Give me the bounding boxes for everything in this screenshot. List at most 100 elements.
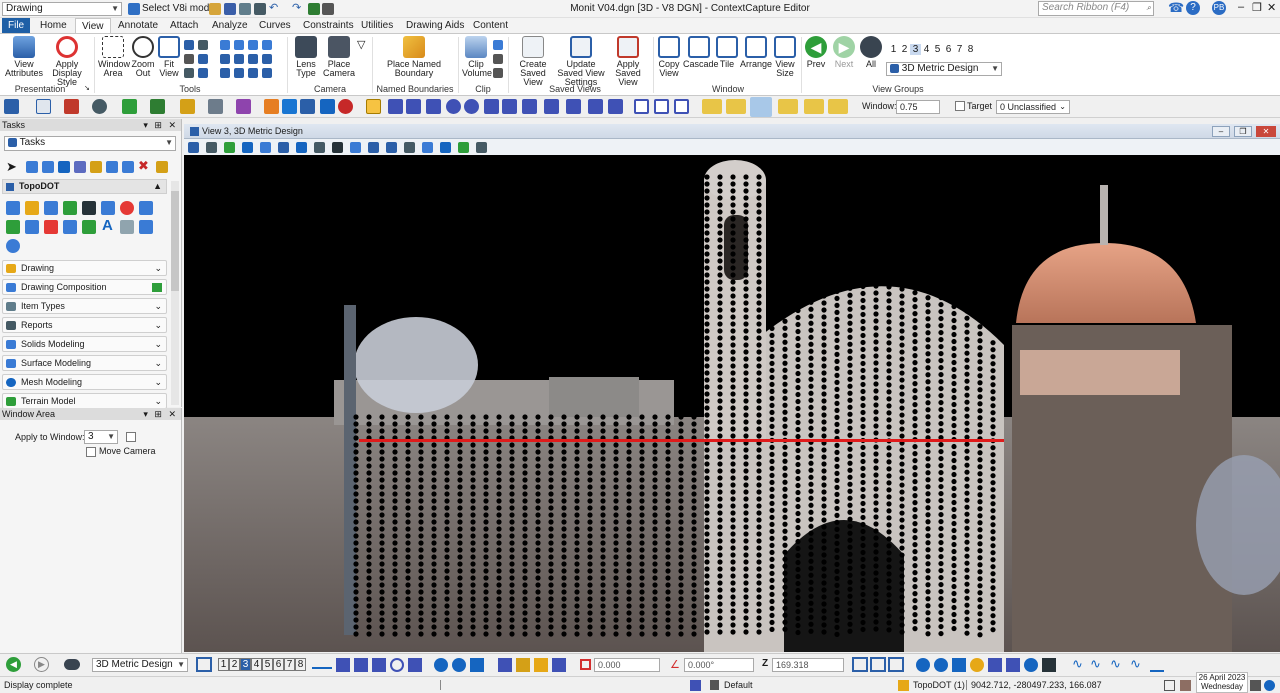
slash-icon[interactable] xyxy=(426,99,441,114)
print-icon[interactable] xyxy=(322,3,334,15)
topodot-tool-icon[interactable] xyxy=(44,201,58,215)
view-button-7[interactable]: 7 xyxy=(954,44,965,55)
section-drawing[interactable]: Drawing ⌄ xyxy=(2,260,167,276)
bottom-view-6[interactable]: 6 xyxy=(273,658,284,671)
window-icon[interactable] xyxy=(1164,680,1175,691)
tab-drawing-aids[interactable]: Drawing Aids xyxy=(400,18,470,33)
panel-controls-icon[interactable]: ▾ ⊞ ✕ xyxy=(143,408,178,420)
window-icon[interactable] xyxy=(852,657,868,672)
view-tool-icon[interactable] xyxy=(476,142,487,153)
color-swatch-selected-icon[interactable] xyxy=(750,97,772,117)
line-icon[interactable] xyxy=(388,99,403,114)
tasks-dropdown[interactable]: Tasks ▼ xyxy=(4,136,176,151)
clip-tool-icon[interactable] xyxy=(493,68,503,78)
select-tool-icon[interactable] xyxy=(122,161,134,173)
view-tool-icon[interactable] xyxy=(332,142,343,153)
curve-icon[interactable]: ∿ xyxy=(1130,656,1141,672)
display-icon[interactable] xyxy=(988,658,1002,672)
window-icon[interactable] xyxy=(196,657,212,672)
color-icon[interactable] xyxy=(64,99,79,114)
globe-icon[interactable] xyxy=(6,239,20,253)
select-tool-icon[interactable] xyxy=(74,161,86,173)
tool-icon[interactable] xyxy=(220,40,230,50)
tab-view[interactable]: View xyxy=(75,18,111,33)
curve-icon[interactable]: ∿ xyxy=(1110,656,1121,672)
tool-icon[interactable] xyxy=(184,54,194,64)
tool-icon[interactable] xyxy=(234,68,244,78)
chevron-up-icon[interactable]: ▲ xyxy=(153,180,162,193)
tool-icon[interactable] xyxy=(248,68,258,78)
place-camera-button[interactable]: Place Camera xyxy=(322,36,356,78)
tab-attach[interactable]: Attach xyxy=(164,18,204,33)
view-group-dropdown[interactable]: 3D Metric Design ▼ xyxy=(886,62,1002,76)
apply-to-window-dropdown[interactable]: 3 ▼ xyxy=(84,430,118,444)
map-icon[interactable] xyxy=(952,658,966,672)
tool-icon[interactable] xyxy=(248,40,258,50)
bottom-view-group-dropdown[interactable]: 3D Metric Design ▼ xyxy=(92,658,188,672)
tool-icon[interactable] xyxy=(198,68,208,78)
topodot-tool-icon[interactable] xyxy=(6,201,20,215)
view-size-button[interactable]: View Size xyxy=(773,36,797,78)
search-ribbon-input[interactable]: Search Ribbon (F4) ⌕ xyxy=(1038,1,1154,16)
locks-icon[interactable] xyxy=(690,680,701,691)
topodot-tool-icon[interactable] xyxy=(63,220,77,234)
edit-icon[interactable] xyxy=(534,658,548,672)
bend-icon[interactable] xyxy=(608,99,623,114)
render-icon[interactable] xyxy=(1024,658,1038,672)
tab-analyze[interactable]: Analyze xyxy=(206,18,254,33)
tab-content[interactable]: Content xyxy=(467,18,514,33)
redo-icon[interactable]: ↷ xyxy=(292,1,301,14)
tab-annotate[interactable]: Annotate xyxy=(112,18,164,33)
circle-icon[interactable] xyxy=(446,99,461,114)
topodot-tool-icon[interactable] xyxy=(139,220,153,234)
tool-icon[interactable] xyxy=(262,40,272,50)
undo-icon[interactable]: ↶ xyxy=(269,1,278,14)
view-group-icon[interactable] xyxy=(64,659,80,670)
group-launcher-icon[interactable]: ↘ xyxy=(84,84,90,92)
angle-input[interactable]: 0.000° xyxy=(684,658,754,672)
view-tool-icon[interactable] xyxy=(458,142,469,153)
bottom-view-2[interactable]: 2 xyxy=(229,658,240,671)
globe-icon[interactable] xyxy=(916,658,930,672)
move-camera-checkbox[interactable] xyxy=(86,447,96,457)
model-icon[interactable] xyxy=(898,680,909,691)
tab-constraints[interactable]: Constraints xyxy=(297,18,360,33)
tool-icon[interactable] xyxy=(248,54,258,64)
topodot-section-header[interactable]: TopoDOT ▲ xyxy=(2,179,167,194)
view-button-2[interactable]: 2 xyxy=(899,44,910,55)
color-swatch-icon[interactable] xyxy=(778,99,798,114)
section-solids-modeling[interactable]: Solids Modeling ⌄ xyxy=(2,336,167,352)
curve-icon[interactable]: ∿ xyxy=(1090,656,1101,672)
transform-icon[interactable] xyxy=(236,99,251,114)
drafting-icon[interactable] xyxy=(408,658,422,672)
tab-file[interactable]: File xyxy=(2,18,31,33)
color-swatch-icon[interactable] xyxy=(804,99,824,114)
view-tool-icon[interactable] xyxy=(440,142,451,153)
fit-view-button[interactable]: Fit View xyxy=(157,36,181,78)
active-model[interactable]: TopoDOT (1) xyxy=(913,677,965,693)
update-saved-view-button[interactable]: Update Saved View Settings xyxy=(556,36,606,87)
level-icon[interactable] xyxy=(36,99,51,114)
copy-view-button[interactable]: Copy View xyxy=(656,36,682,78)
color-swatch-icon[interactable] xyxy=(702,99,722,114)
topodot-tool-icon[interactable] xyxy=(6,220,20,234)
apply-saved-view-button[interactable]: Apply Saved View xyxy=(608,36,648,87)
select-tool-icon[interactable] xyxy=(106,161,118,173)
settings-icon[interactable] xyxy=(92,99,107,114)
point-cloud-viewport[interactable] xyxy=(184,155,1280,652)
lock-icon[interactable] xyxy=(710,680,719,690)
drafting-icon[interactable] xyxy=(390,658,404,672)
measure-icon[interactable] xyxy=(208,99,223,114)
parallel-icon[interactable] xyxy=(588,99,603,114)
view-button-6[interactable]: 6 xyxy=(943,44,954,55)
view-tool-icon[interactable] xyxy=(224,142,235,153)
bottom-view-5[interactable]: 5 xyxy=(262,658,273,671)
view-tool-icon[interactable] xyxy=(260,142,271,153)
prev-button[interactable]: ◀ Prev xyxy=(804,36,828,69)
sync-icon[interactable] xyxy=(1250,680,1261,691)
layer-icon[interactable] xyxy=(150,99,165,114)
tool-icon[interactable] xyxy=(234,54,244,64)
scrollbar-thumb[interactable] xyxy=(171,191,179,291)
distance-input[interactable]: 0.000 xyxy=(594,658,660,672)
section-surface-modeling[interactable]: Surface Modeling ⌄ xyxy=(2,355,167,371)
